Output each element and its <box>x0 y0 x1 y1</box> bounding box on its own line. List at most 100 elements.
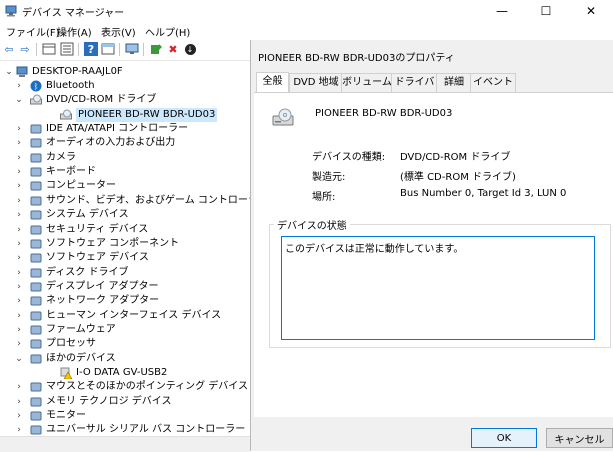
toolbar-separator <box>78 43 79 56</box>
tree-item[interactable]: › オーディオの入力および出力 <box>0 136 250 150</box>
monitor-scan-icon[interactable] <box>125 42 139 56</box>
tree-item[interactable]: › コンピューター <box>0 179 250 193</box>
tree-item[interactable]: I-O DATA GV-USB2 <box>0 366 250 380</box>
update-driver-icon[interactable] <box>149 42 163 56</box>
tree-item[interactable]: › キーボード <box>0 165 250 179</box>
disable-device-icon[interactable]: ↓ <box>183 42 197 56</box>
ok-button[interactable]: OK <box>471 428 537 448</box>
chevron-right-icon[interactable]: › <box>14 423 24 436</box>
tree-item[interactable]: › ファームウェア <box>0 323 250 337</box>
tab-dvd-region[interactable]: DVD 地域 <box>289 73 343 92</box>
tab-details[interactable]: 詳細 <box>436 73 472 92</box>
chevron-right-icon[interactable]: › <box>14 179 24 193</box>
tree-item-label: IDE ATA/ATAPI コントローラー <box>46 123 189 135</box>
chevron-right-icon[interactable]: › <box>14 266 24 280</box>
chevron-right-icon[interactable]: › <box>14 208 24 222</box>
tree-root[interactable]: ⌄ DESKTOP-RAAJL0F <box>0 65 250 79</box>
window-view-icon[interactable] <box>101 42 115 56</box>
tree-item[interactable]: ⌄ ほかのデバイス <box>0 352 250 366</box>
other-device-icon <box>30 354 42 364</box>
chevron-right-icon[interactable]: › <box>14 323 24 337</box>
minimize-button[interactable]: — <box>480 0 524 22</box>
tree-item-label: ディスク ドライブ <box>46 266 129 278</box>
tree-item[interactable]: › ユニバーサル シリアル バス コントローラー <box>0 423 250 436</box>
tree-item[interactable]: › ソフトウェア コンポーネント <box>0 237 250 251</box>
tree-item[interactable]: › マウスとそのほかのポインティング デバイス <box>0 380 250 394</box>
tab-volume[interactable]: ボリューム <box>341 73 393 92</box>
chevron-right-icon[interactable]: › <box>14 136 24 150</box>
hid-icon <box>30 311 42 321</box>
uninstall-x-icon[interactable]: ✖ <box>166 42 180 56</box>
chevron-right-icon[interactable]: › <box>14 122 24 136</box>
tree-item[interactable]: › ディスプレイ アダプター <box>0 280 250 294</box>
properties-view-icon[interactable] <box>42 42 56 56</box>
tree-item-label: I-O DATA GV-USB2 <box>76 367 168 378</box>
chevron-right-icon[interactable]: › <box>14 194 24 208</box>
chevron-right-icon[interactable]: › <box>14 223 24 237</box>
tree-item[interactable]: PIONEER BD-RW BDR-UD03 <box>0 107 250 122</box>
tree-root-label: DESKTOP-RAAJL0F <box>32 66 123 77</box>
dvd-drive-icon <box>272 108 294 126</box>
tree-item[interactable]: › IDE ATA/ATAPI コントローラー <box>0 122 250 136</box>
device-name: PIONEER BD-RW BDR-UD03 <box>315 108 453 119</box>
chevron-right-icon[interactable]: › <box>14 409 24 423</box>
chevron-right-icon[interactable]: › <box>14 251 24 265</box>
tree-item[interactable]: › セキュリティ デバイス <box>0 223 250 237</box>
device-type-value: DVD/CD-ROM ドライブ <box>400 152 511 163</box>
chevron-right-icon[interactable]: › <box>14 337 24 351</box>
tree-item-label: ほかのデバイス <box>46 352 116 364</box>
menu-action[interactable]: 操作(A) <box>57 24 92 39</box>
tree-item[interactable]: › ᛒ Bluetooth <box>0 79 250 93</box>
tab-general[interactable]: 全般 <box>256 72 289 93</box>
horizontal-scrollbar[interactable] <box>0 436 250 452</box>
chevron-right-icon[interactable]: › <box>14 151 24 165</box>
chevron-right-icon[interactable]: › <box>14 79 24 93</box>
toolbar-separator <box>143 43 144 56</box>
forward-arrow-icon[interactable]: ⇨ <box>18 42 32 56</box>
chevron-right-icon[interactable]: › <box>14 237 24 251</box>
tab-events[interactable]: イベント <box>470 73 516 92</box>
menu-file[interactable]: ファイル(F) <box>6 24 60 39</box>
device-tree[interactable]: ⌄ DESKTOP-RAAJL0F › ᛒ Bluetooth ⌄ DVD/CD-ROM… <box>0 61 250 436</box>
device-status-text: このデバイスは正常に動作しています。 <box>285 244 464 255</box>
chevron-right-icon[interactable]: › <box>14 309 24 323</box>
tree-item[interactable]: › ソフトウェア デバイス <box>0 251 250 265</box>
tree-item[interactable]: › メモリ テクノロジ デバイス <box>0 395 250 409</box>
tree-item-label: システム デバイス <box>46 209 129 221</box>
menu-help[interactable]: ヘルプ(H) <box>145 24 190 39</box>
tree-item[interactable]: › プロセッサ <box>0 337 250 351</box>
tree-item[interactable]: › カメラ <box>0 151 250 165</box>
back-arrow-icon[interactable]: ⇦ <box>2 42 16 56</box>
tree-item[interactable]: › ネットワーク アダプター <box>0 294 250 308</box>
chevron-right-icon[interactable]: › <box>14 380 24 394</box>
tree-item[interactable]: › ディスク ドライブ <box>0 266 250 280</box>
tree-item[interactable]: › サウンド、ビデオ、およびゲーム コントローラー <box>0 194 250 208</box>
chevron-down-icon[interactable]: ⌄ <box>14 352 24 366</box>
chevron-down-icon[interactable]: ⌄ <box>4 65 14 79</box>
tree-item-label: ソフトウェア デバイス <box>46 252 149 264</box>
manufacturer-label: 製造元: <box>312 172 346 183</box>
chevron-right-icon[interactable]: › <box>14 280 24 294</box>
maximize-button[interactable]: ☐ <box>524 0 568 22</box>
tree-item-label: ネットワーク アダプター <box>46 295 160 307</box>
tree-item[interactable]: ⌄ DVD/CD-ROM ドライブ <box>0 93 250 107</box>
tree-item[interactable]: › ヒューマン インターフェイス デバイス <box>0 309 250 323</box>
cancel-button[interactable]: キャンセル <box>546 428 613 448</box>
chevron-right-icon[interactable]: › <box>14 395 24 409</box>
display-adapter-icon <box>30 282 42 292</box>
chevron-down-icon[interactable]: ⌄ <box>14 93 24 107</box>
device-manager-icon <box>5 5 17 17</box>
tree-item[interactable]: › モニター <box>0 409 250 423</box>
tab-driver[interactable]: ドライバー <box>391 73 438 106</box>
menu-view[interactable]: 表示(V) <box>101 24 136 39</box>
list-view-icon[interactable] <box>60 42 74 56</box>
tree-item[interactable]: › システム デバイス <box>0 208 250 222</box>
tree-item-label: DVD/CD-ROM ドライブ <box>46 94 157 106</box>
tree-item-label: カメラ <box>46 151 76 163</box>
close-button[interactable]: ✕ <box>569 0 613 22</box>
location-value: Bus Number 0, Target Id 3, LUN 0 <box>400 188 567 199</box>
chevron-right-icon[interactable]: › <box>14 294 24 308</box>
help-icon[interactable]: ? <box>84 42 98 56</box>
monitor-icon <box>30 411 42 421</box>
chevron-right-icon[interactable]: › <box>14 165 24 179</box>
